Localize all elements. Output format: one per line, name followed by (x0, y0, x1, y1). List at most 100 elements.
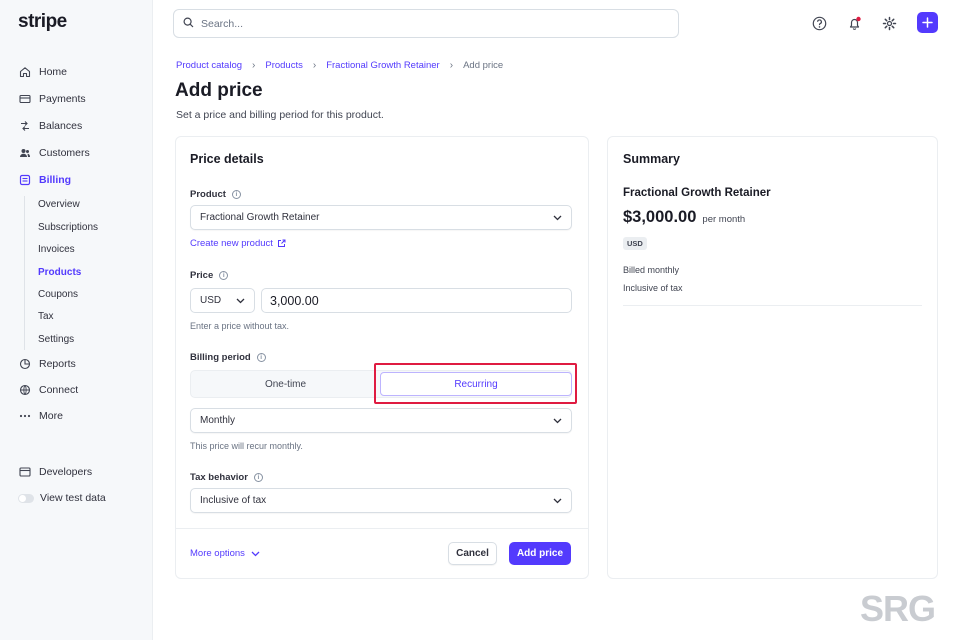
page-title: Add price (175, 80, 263, 101)
amount-field[interactable] (261, 288, 572, 313)
product-label: Product i (190, 189, 241, 200)
currency-value: USD (200, 295, 222, 306)
search-input[interactable] (201, 17, 641, 30)
summary-tax: Inclusive of tax (623, 283, 683, 293)
breadcrumb: Product catalog › Products › Fractional … (176, 60, 503, 71)
sidebar-subitem-subscriptions[interactable]: Subscriptions (38, 219, 98, 235)
product-select-value: Fractional Growth Retainer (200, 212, 320, 223)
sidebar-item-home[interactable]: Home (18, 62, 67, 82)
chevron-right-icon: › (312, 60, 317, 71)
sidebar-item-label: Customers (39, 147, 90, 159)
sidebar-item-label: Connect (39, 384, 79, 396)
product-label-text: Product (190, 189, 226, 200)
card-footer-divider (175, 528, 588, 529)
breadcrumb-current: Add price (463, 60, 504, 71)
amount-input[interactable] (270, 293, 563, 308)
sidebar-item-label: Balances (39, 120, 83, 132)
summary-title: Summary (623, 152, 680, 166)
test-data-toggle[interactable] (18, 493, 34, 503)
sidebar-subitem-tax[interactable]: Tax (38, 308, 54, 324)
breadcrumb-products[interactable]: Products (265, 60, 303, 71)
summary-card (607, 136, 938, 579)
recurring-highlight-box (374, 363, 577, 404)
interval-select-value: Monthly (200, 415, 236, 426)
info-icon[interactable]: i (256, 353, 266, 362)
product-select[interactable]: Fractional Growth Retainer (190, 205, 572, 230)
one-time-option[interactable]: One-time (191, 371, 380, 397)
summary-price-row: $3,000.00 per month (623, 208, 745, 227)
sidebar-item-billing[interactable]: Billing (18, 170, 71, 190)
tax-behavior-select[interactable]: Inclusive of tax (190, 488, 572, 513)
connect-icon (18, 384, 31, 397)
sidebar-item-label: Developers (39, 466, 93, 478)
add-price-button[interactable]: Add price (509, 542, 571, 565)
sidebar-item-label: Billing (39, 174, 72, 186)
create-new-product-link[interactable]: Create new product (190, 238, 286, 249)
sidebar-item-more[interactable]: More (18, 406, 63, 426)
chevron-right-icon: › (252, 60, 256, 71)
chevron-down-icon (553, 498, 562, 503)
more-options-toggle[interactable]: More options (190, 548, 260, 559)
tax-behavior-value: Inclusive of tax (200, 495, 267, 506)
chevron-right-icon: › (449, 60, 454, 71)
chevron-down-icon (251, 551, 260, 556)
sidebar-item-connect[interactable]: Connect (18, 380, 78, 400)
sidebar-subitem-invoices[interactable]: Invoices (38, 241, 75, 257)
home-icon (18, 66, 31, 79)
billing-icon (18, 174, 31, 187)
price-details-title: Price details (190, 152, 264, 166)
summary-billed: Billed monthly (623, 265, 680, 275)
stripe-logo[interactable]: stripe (18, 11, 67, 33)
chevron-down-icon (553, 418, 562, 423)
sidebar-item-customers[interactable]: Customers (18, 143, 90, 163)
cancel-button[interactable]: Cancel (448, 542, 497, 565)
sidebar-subitem-settings[interactable]: Settings (38, 331, 74, 347)
srg-watermark: SRG (860, 588, 936, 629)
help-icon[interactable] (809, 13, 829, 33)
notifications-bell-icon[interactable] (844, 13, 864, 33)
summary-divider (623, 305, 922, 306)
settings-gear-icon[interactable] (879, 13, 899, 33)
breadcrumb-product[interactable]: Fractional Growth Retainer (326, 60, 440, 71)
sidebar-item-reports[interactable]: Reports (18, 354, 76, 374)
breadcrumb-product-catalog[interactable]: Product catalog (176, 60, 242, 71)
sidebar-item-label: View test data (40, 492, 106, 504)
interval-select[interactable]: Monthly (190, 408, 572, 433)
sidebar: stripe Home Payments Balances Customers … (0, 0, 153, 640)
sidebar-item-label: Payments (39, 93, 86, 105)
chevron-down-icon (553, 215, 562, 220)
reports-icon (18, 358, 31, 371)
plus-icon (922, 17, 933, 28)
billing-period-label: Billing period i (190, 352, 266, 363)
submenu-guide-line (24, 196, 25, 350)
sidebar-item-payments[interactable]: Payments (18, 89, 86, 109)
external-link-icon (277, 239, 286, 247)
sidebar-item-label: Reports (39, 358, 76, 370)
price-help-text: Enter a price without tax. (190, 321, 290, 331)
customers-icon (18, 147, 31, 160)
billing-period-label-text: Billing period (190, 352, 251, 363)
page-subtitle: Set a price and billing period for this … (176, 109, 384, 121)
info-icon[interactable]: i (231, 190, 241, 199)
more-options-text: More options (190, 548, 245, 559)
price-label-text: Price (190, 270, 214, 281)
search-bar[interactable] (173, 9, 679, 38)
currency-select[interactable]: USD (190, 288, 255, 313)
info-icon[interactable]: i (219, 271, 229, 280)
sidebar-item-developers[interactable]: Developers (18, 462, 92, 482)
sidebar-item-label: Home (39, 66, 68, 78)
test-data-toggle-row[interactable]: View test data (18, 488, 106, 508)
balances-icon (18, 120, 31, 133)
sidebar-item-balances[interactable]: Balances (18, 116, 82, 136)
currency-badge: USD (623, 237, 647, 250)
info-icon[interactable]: i (253, 473, 263, 482)
more-icon (18, 410, 31, 423)
payments-icon (18, 93, 31, 106)
sidebar-subitem-products[interactable]: Products (38, 264, 81, 280)
sidebar-subitem-coupons[interactable]: Coupons (38, 286, 78, 302)
chevron-down-icon (236, 298, 245, 303)
sidebar-subitem-overview[interactable]: Overview (38, 196, 80, 212)
create-new-product-text: Create new product (190, 238, 273, 249)
create-plus-button[interactable] (917, 12, 938, 33)
tax-behavior-label: Tax behavior i (190, 472, 263, 483)
